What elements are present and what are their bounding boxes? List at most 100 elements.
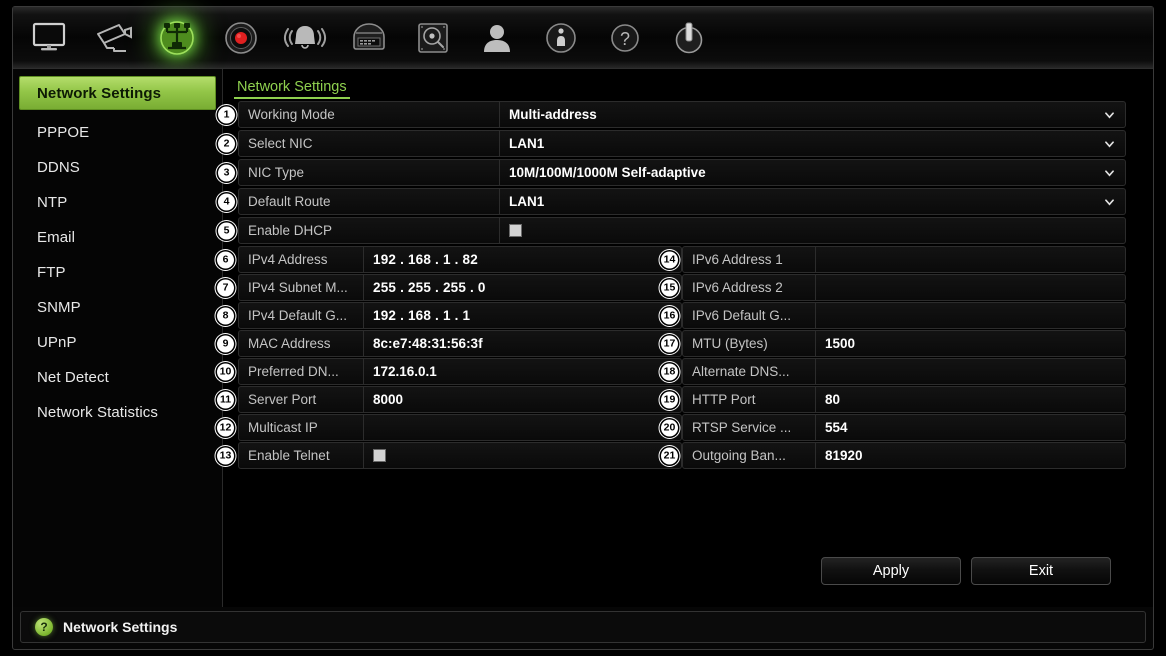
monitor-icon[interactable] <box>27 16 71 60</box>
callout-badge: 2 <box>218 135 235 152</box>
sidebar-item-label: PPPOE <box>37 123 90 141</box>
power-icon[interactable] <box>667 16 711 60</box>
ipv4-subnet-mask-input[interactable]: 255 . 255 . 255 . 0 <box>364 274 682 301</box>
camera-icon[interactable] <box>91 16 135 60</box>
hdd-icon[interactable] <box>411 16 455 60</box>
callout-badge: 11 <box>217 391 234 408</box>
field-label: IPv6 Address 2 <box>682 274 816 301</box>
field-value: LAN1 <box>509 136 545 151</box>
form-cell-right: 21 Outgoing Ban... 81920 <box>661 442 1126 469</box>
help-icon[interactable]: ? <box>35 618 53 636</box>
enable-telnet-checkbox[interactable] <box>373 449 386 462</box>
help-icon[interactable]: ? <box>603 16 647 60</box>
field-label: IPv6 Default G... <box>682 302 816 329</box>
callout-badge: 6 <box>217 251 234 268</box>
alternate-dns-input[interactable] <box>816 358 1126 385</box>
form-cell-right: 19 HTTP Port 80 <box>661 386 1126 413</box>
ipv6-address-2-input[interactable] <box>816 274 1126 301</box>
ipv4-default-gateway-input[interactable]: 192 . 168 . 1 . 1 <box>364 302 682 329</box>
sidebar-item-ftp[interactable]: FTP <box>19 255 216 289</box>
field-label: IPv4 Subnet M... <box>238 274 364 301</box>
chevron-down-icon <box>1105 111 1114 118</box>
callout-badge: 3 <box>218 164 235 181</box>
field-label: MTU (Bytes) <box>682 330 816 357</box>
form-cell-left: 9 MAC Address 8c:e7:48:31:56:3f <box>217 330 682 357</box>
field-label: Server Port <box>238 386 364 413</box>
field-label: IPv6 Address 1 <box>682 246 816 273</box>
app-window: ? Network Settings PPPOE DDNS NTP Email … <box>12 6 1154 650</box>
field-label: Preferred DN... <box>238 358 364 385</box>
form-row-ipv4-address: 6 IPv4 Address 192 . 168 . 1 . 82 14 IPv… <box>217 246 1126 273</box>
sidebar-item-net-detect[interactable]: Net Detect <box>19 360 216 394</box>
ipv6-address-1-input[interactable] <box>816 246 1126 273</box>
form-cell-right: 15 IPv6 Address 2 <box>661 274 1126 301</box>
device-icon[interactable] <box>347 16 391 60</box>
rtsp-service-port-input[interactable]: 554 <box>816 414 1126 441</box>
nic-type-dropdown[interactable]: 10M/100M/1000M Self-adaptive <box>500 159 1126 186</box>
callout-badge: 8 <box>217 307 234 324</box>
sidebar-item-ntp[interactable]: NTP <box>19 185 216 219</box>
form-row-nic-type: 3 NIC Type 10M/100M/1000M Self-adaptive <box>218 159 1126 186</box>
sidebar-item-label: SNMP <box>37 298 81 316</box>
user-icon[interactable] <box>475 16 519 60</box>
field-label: HTTP Port <box>682 386 816 413</box>
server-port-input[interactable]: 8000 <box>364 386 682 413</box>
field-value: LAN1 <box>509 194 545 209</box>
field-label: Alternate DNS... <box>682 358 816 385</box>
sidebar-item-upnp[interactable]: UPnP <box>19 325 216 359</box>
sidebar-item-label: FTP <box>37 263 66 281</box>
sidebar-item-ddns[interactable]: DDNS <box>19 150 216 184</box>
content-area: Network Settings PPPOE DDNS NTP Email FT… <box>13 69 1153 607</box>
ipv4-address-input[interactable]: 192 . 168 . 1 . 82 <box>364 246 682 273</box>
form-row-default-route: 4 Default Route LAN1 <box>218 188 1126 215</box>
field-value: Multi-address <box>509 107 597 122</box>
form-cell-left: 8 IPv4 Default G... 192 . 168 . 1 . 1 <box>217 302 682 329</box>
enable-dhcp-checkbox[interactable] <box>509 224 522 237</box>
ipv6-default-gateway-input[interactable] <box>816 302 1126 329</box>
enable-telnet-cell <box>364 442 682 469</box>
sidebar-item-pppoe[interactable]: PPPOE <box>19 115 216 149</box>
working-mode-dropdown[interactable]: Multi-address <box>500 101 1126 128</box>
chevron-down-icon <box>1105 169 1114 176</box>
sidebar-item-label: NTP <box>37 193 68 211</box>
default-route-dropdown[interactable]: LAN1 <box>500 188 1126 215</box>
multicast-ip-input[interactable] <box>364 414 682 441</box>
field-value: 10M/100M/1000M Self-adaptive <box>509 165 706 180</box>
sidebar-item-network-statistics[interactable]: Network Statistics <box>19 395 216 429</box>
form-row-multicast-ip: 12 Multicast IP 20 RTSP Service ... 554 <box>217 414 1126 441</box>
form-cell-left: 12 Multicast IP <box>217 414 682 441</box>
form-cell-right: 14 IPv6 Address 1 <box>661 246 1126 273</box>
alarm-icon[interactable] <box>283 16 327 60</box>
apply-button[interactable]: Apply <box>821 557 961 585</box>
form-row-select-nic: 2 Select NIC LAN1 <box>218 130 1126 157</box>
network-icon[interactable] <box>155 16 199 60</box>
network-settings-form: 1 Working Mode Multi-address 2 Select NI… <box>217 101 1126 470</box>
sidebar-item-email[interactable]: Email <box>19 220 216 254</box>
field-label: RTSP Service ... <box>682 414 816 441</box>
http-port-input[interactable]: 80 <box>816 386 1126 413</box>
callout-badge: 13 <box>217 447 234 464</box>
form-cell-right: 20 RTSP Service ... 554 <box>661 414 1126 441</box>
info-icon[interactable] <box>539 16 583 60</box>
field-label: NIC Type <box>238 159 500 186</box>
form-cell-left: 6 IPv4 Address 192 . 168 . 1 . 82 <box>217 246 682 273</box>
form-cell-right: 17 MTU (Bytes) 1500 <box>661 330 1126 357</box>
sidebar-item-network-settings[interactable]: Network Settings <box>19 76 216 110</box>
callout-badge: 17 <box>661 335 678 352</box>
preferred-dns-input[interactable]: 172.16.0.1 <box>364 358 682 385</box>
status-bar: ? Network Settings <box>20 611 1146 643</box>
mtu-input[interactable]: 1500 <box>816 330 1126 357</box>
outgoing-bandwidth-input[interactable]: 81920 <box>816 442 1126 469</box>
callout-badge: 20 <box>661 419 678 436</box>
form-cell-left: 13 Enable Telnet <box>217 442 682 469</box>
form-row-working-mode: 1 Working Mode Multi-address <box>218 101 1126 128</box>
callout-badge: 1 <box>218 106 235 123</box>
exit-button[interactable]: Exit <box>971 557 1111 585</box>
callout-badge: 5 <box>218 222 235 239</box>
sidebar-item-label: Network Statistics <box>37 403 158 421</box>
form-actions: Apply Exit <box>821 557 1111 585</box>
select-nic-dropdown[interactable]: LAN1 <box>500 130 1126 157</box>
record-icon[interactable] <box>219 16 263 60</box>
tab-network-settings[interactable]: Network Settings <box>234 79 350 99</box>
sidebar-item-snmp[interactable]: SNMP <box>19 290 216 324</box>
